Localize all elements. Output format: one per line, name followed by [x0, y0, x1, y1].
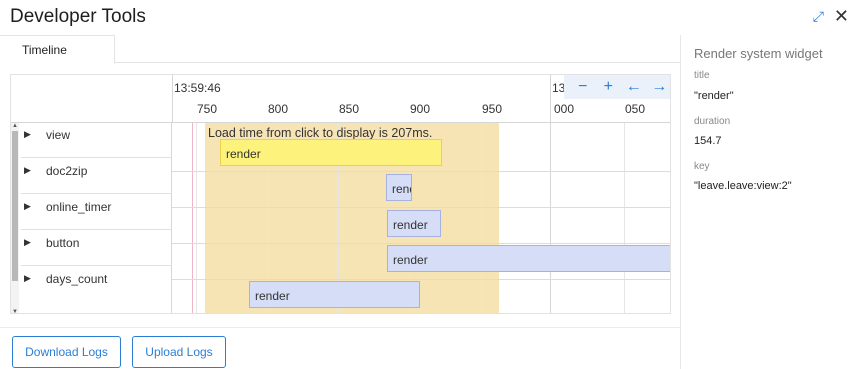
timeline-view: 13:59:46 13 750 800 850 900 950 000 050 … — [10, 74, 671, 314]
gridline — [481, 123, 482, 313]
row-label-online-timer[interactable]: ▶ online_timer — [21, 195, 172, 230]
gridline — [550, 123, 551, 313]
render-bar[interactable]: render — [220, 139, 442, 166]
timeline-nav: − + ← → — [564, 75, 671, 99]
load-time-note: Load time from click to display is 207ms… — [208, 126, 433, 140]
prop-key: duration — [694, 116, 731, 127]
row-separator — [172, 171, 670, 172]
row-label-view[interactable]: ▶ view — [21, 123, 172, 158]
time-label: 13:59:46 — [174, 81, 221, 95]
row-label-text: button — [46, 236, 80, 250]
tick-label: 900 — [410, 102, 431, 116]
row-labels: ▲ ▼ ▶ view ▶ doc2zip ▶ online_timer ▶ bu… — [11, 123, 172, 313]
prop-value: 154.7 — [694, 135, 722, 147]
row-label-days-count[interactable]: ▶ days_count — [21, 267, 172, 302]
timeline-canvas[interactable]: Load time from click to display is 207ms… — [172, 123, 670, 313]
window-controls: ⤢ ✕ — [813, 6, 849, 26]
click-marker — [192, 123, 193, 313]
expand-caret-icon[interactable]: ▶ — [24, 129, 31, 140]
scroll-thumb[interactable] — [12, 131, 18, 281]
prop-value: "render" — [694, 90, 734, 102]
close-icon[interactable]: ✕ — [834, 6, 849, 26]
timeline-header: 13:59:46 13 750 800 850 900 950 000 050 … — [11, 75, 671, 123]
prop-key: key — [694, 161, 710, 172]
zoom-in-button[interactable]: + — [596, 76, 622, 98]
tick-label: 850 — [339, 102, 360, 116]
scroll-down-icon[interactable]: ▼ — [12, 309, 18, 313]
window-title: Developer Tools — [10, 6, 146, 27]
scroll-left-button[interactable]: ← — [621, 76, 647, 98]
row-separator — [172, 243, 670, 244]
panel-title: Render system widget — [694, 46, 823, 61]
tick-label: 050 — [625, 102, 646, 116]
divider — [0, 327, 680, 328]
expand-icon[interactable]: ⤢ — [813, 6, 824, 26]
gridline — [196, 123, 197, 313]
tick-label: 750 — [197, 102, 218, 116]
expand-caret-icon[interactable]: ▶ — [24, 237, 31, 248]
upload-logs-button[interactable]: Upload Logs — [132, 336, 226, 368]
download-logs-button[interactable]: Download Logs — [12, 336, 121, 368]
header-divider — [550, 75, 551, 123]
expand-caret-icon[interactable]: ▶ — [24, 165, 31, 176]
row-label-text: online_timer — [46, 200, 112, 214]
expand-caret-icon[interactable]: ▶ — [24, 273, 31, 284]
render-bar[interactable]: render — [387, 210, 441, 237]
row-label-text: view — [46, 128, 71, 142]
row-label-doc2zip[interactable]: ▶ doc2zip — [21, 159, 172, 194]
render-bar[interactable]: render — [387, 245, 670, 272]
render-bar[interactable]: render — [386, 174, 412, 201]
row-label-text: doc2zip — [46, 164, 88, 178]
scroll-up-icon[interactable]: ▲ — [12, 123, 18, 129]
scrollbar[interactable]: ▲ ▼ — [11, 123, 19, 313]
tick-label: 950 — [482, 102, 503, 116]
tick-label: 000 — [554, 102, 575, 116]
gridline — [624, 123, 625, 313]
render-bar[interactable]: render — [249, 281, 420, 308]
expand-caret-icon[interactable]: ▶ — [24, 201, 31, 212]
row-separator — [172, 279, 670, 280]
tick-label: 800 — [268, 102, 289, 116]
row-label-button[interactable]: ▶ button — [21, 231, 172, 266]
zoom-out-button[interactable]: − — [570, 76, 596, 98]
scroll-right-button[interactable]: → — [647, 76, 671, 98]
details-panel: Render system widget title "render" dura… — [680, 35, 857, 369]
header-divider — [172, 75, 173, 123]
row-label-text: days_count — [46, 272, 108, 286]
row-separator — [172, 207, 670, 208]
prop-key: title — [694, 70, 710, 81]
tab-timeline[interactable]: Timeline — [0, 35, 115, 64]
prop-value: "leave.leave:view:2" — [694, 180, 792, 192]
tab-bar: Timeline — [0, 35, 680, 64]
